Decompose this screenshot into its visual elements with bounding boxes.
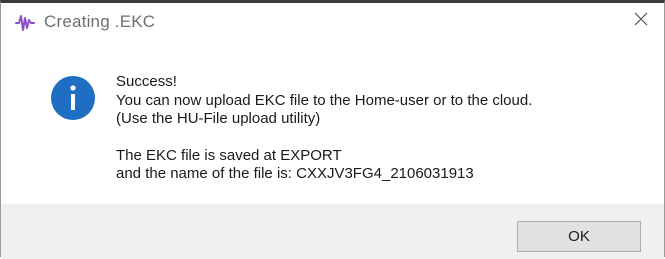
message-line: (Use the HU-File upload utility) [116, 110, 321, 127]
close-icon [634, 12, 648, 31]
message-text: Success! You can now upload EKC file to … [116, 73, 532, 184]
message-line: Success! [116, 73, 177, 90]
window-title: Creating .EKC [44, 12, 156, 31]
waveform-app-icon [15, 14, 35, 32]
message-line: The EKC file is saved at EXPORT [116, 146, 342, 164]
message-line: and the name of the file is: CXXJV3FG4_2… [116, 165, 474, 182]
button-bar: OK [1, 204, 664, 259]
ok-button[interactable]: OK [517, 221, 641, 252]
close-button[interactable] [618, 3, 664, 39]
title-bar[interactable]: Creating .EKC [1, 3, 664, 43]
dialog-content: Success! You can now upload EKC file to … [1, 43, 664, 204]
info-icon [50, 75, 96, 121]
message-spacer [116, 129, 532, 147]
message-line: You can now upload EKC file to the Home-… [116, 91, 533, 109]
message-dialog: Creating .EKC Success! You can now uploa… [0, 0, 665, 259]
